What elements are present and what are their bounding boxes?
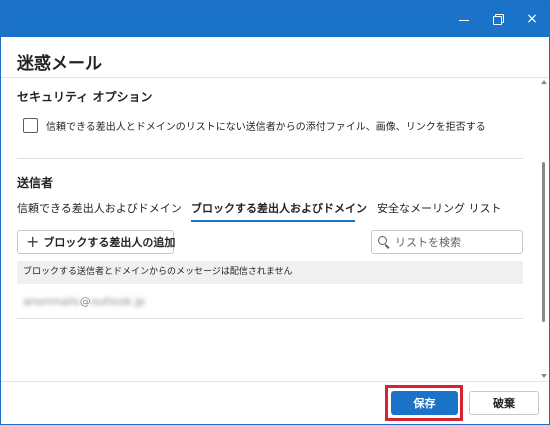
list-item[interactable]: anonmails @ outlook.jp: [17, 284, 523, 319]
dialog-title: 迷惑メール: [17, 54, 102, 74]
email-domain: outlook.jp: [90, 294, 146, 308]
blocked-list-header: ブロックする送信者とドメインからのメッセージは配信されません: [17, 261, 523, 284]
scroll-down-arrow-icon[interactable]: [541, 374, 547, 378]
senders-heading: 送信者: [17, 176, 54, 190]
dialog-content: セキュリティ オプション 信頼できる差出人とドメインのリストにない送信者からの添…: [1, 78, 537, 381]
search-icon: [378, 236, 390, 249]
tab-safe-mailing-lists[interactable]: 安全なメーリング リスト: [377, 200, 502, 221]
title-bar: ×: [1, 1, 549, 37]
close-icon: ×: [526, 11, 538, 27]
restore-button[interactable]: [481, 1, 515, 37]
junk-mail-dialog-window: × 迷惑メール セキュリティ オプション 信頼できる差出人とドメインのリストにな…: [0, 0, 550, 425]
list-search-box[interactable]: [371, 230, 523, 254]
footer-divider: [1, 381, 549, 382]
security-options-heading: セキュリティ オプション: [17, 90, 153, 104]
add-blocked-sender-button[interactable]: + ブロックする差出人の追加: [17, 230, 176, 254]
minimize-button[interactable]: [447, 1, 481, 37]
tab-blocked-senders[interactable]: ブロックする差出人およびドメイン: [191, 200, 367, 221]
add-blocked-sender-label: ブロックする差出人の追加: [43, 236, 176, 249]
content-scrollbar[interactable]: [539, 78, 549, 381]
restore-icon: [493, 14, 504, 25]
save-button[interactable]: 保存: [391, 391, 458, 415]
list-search-input[interactable]: [395, 235, 515, 249]
block-attachments-option[interactable]: 信頼できる差出人とドメインのリストにない送信者からの添付ファイル、画像、リンクを…: [23, 118, 486, 133]
discard-button[interactable]: 破棄: [469, 391, 539, 415]
email-local-part: anonmails: [23, 294, 80, 308]
scroll-up-arrow-icon[interactable]: [541, 80, 547, 84]
tab-trusted-senders[interactable]: 信頼できる差出人およびドメイン: [17, 200, 182, 221]
minimize-icon: [459, 19, 469, 21]
section-divider: [17, 158, 523, 159]
close-button[interactable]: ×: [515, 1, 549, 37]
block-attachments-checkbox[interactable]: [23, 118, 38, 133]
plus-icon: +: [26, 232, 40, 251]
email-at-sign: @: [79, 294, 91, 308]
scroll-thumb[interactable]: [542, 162, 545, 322]
selected-tab-indicator: [191, 220, 355, 222]
block-attachments-label: 信頼できる差出人とドメインのリストにない送信者からの添付ファイル、画像、リンクを…: [46, 122, 486, 133]
